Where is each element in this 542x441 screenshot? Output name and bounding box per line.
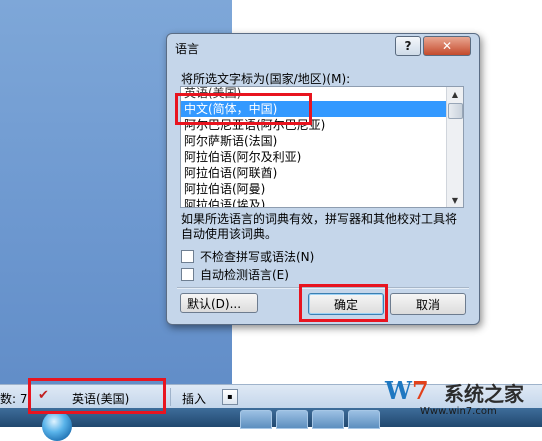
taskbar-app-item[interactable]	[240, 410, 272, 429]
list-item[interactable]: 阿拉伯语(阿尔及利亚)	[181, 149, 447, 165]
language-prompt: 将所选文字标为(国家/地区)(M):	[181, 72, 351, 86]
cancel-button[interactable]: 取消	[390, 293, 466, 315]
checkbox-box[interactable]	[181, 268, 194, 281]
list-scrollbar[interactable]: ▲ ▼	[446, 87, 463, 207]
highlight-ok-button	[299, 284, 388, 322]
status-divider	[170, 388, 171, 406]
watermark-logo-7: 7	[411, 376, 429, 405]
scroll-thumb[interactable]	[448, 103, 463, 119]
taskbar-app-item[interactable]	[276, 410, 308, 429]
no-proofing-checkbox[interactable]: 不检查拼写或语法(N)	[181, 248, 314, 265]
taskbar-app-item[interactable]	[312, 410, 344, 429]
checkbox-label: 不检查拼写或语法(N)	[200, 250, 315, 264]
watermark-text: 系统之家	[444, 382, 524, 406]
dialog-title: 语言	[175, 42, 200, 56]
close-button[interactable]: ✕	[423, 36, 471, 56]
taskbar-app-item[interactable]	[348, 410, 380, 429]
dictionary-note: 如果所选语言的词典有效，拼写器和其他校对工具将自动使用该词典。	[181, 212, 458, 241]
detect-language-checkbox[interactable]: 自动检测语言(E)	[181, 266, 289, 283]
list-item[interactable]: 阿拉伯语(阿曼)	[181, 181, 447, 197]
list-item[interactable]: 阿拉伯语(阿联酋)	[181, 165, 447, 181]
macro-record-icon[interactable]: ▪	[222, 389, 238, 405]
default-button[interactable]: 默认(D)...	[180, 293, 258, 313]
word-count[interactable]: 数: 7	[0, 390, 28, 407]
scroll-up-icon[interactable]: ▲	[447, 87, 463, 101]
list-item[interactable]: 阿尔萨斯语(法国)	[181, 133, 447, 149]
highlight-selected-language	[175, 93, 312, 125]
watermark-logo: W7	[385, 376, 429, 405]
insert-mode[interactable]: 插入	[182, 390, 206, 407]
list-item[interactable]: 阿拉伯语(埃及)	[181, 197, 447, 207]
checkbox-label: 自动检测语言(E)	[200, 268, 289, 282]
help-button[interactable]: ?	[395, 36, 421, 56]
checkbox-box[interactable]	[181, 250, 194, 263]
watermark-logo-w: W	[385, 376, 412, 405]
scroll-down-icon[interactable]: ▼	[447, 193, 463, 207]
start-orb-icon[interactable]	[42, 411, 72, 441]
language-dialog: 语言 ? ✕ 将所选文字标为(国家/地区)(M): 英语(美国) 中文(简体，中…	[166, 33, 480, 325]
highlight-status-language	[28, 378, 166, 414]
watermark-url: Www.win7.com	[420, 406, 497, 417]
